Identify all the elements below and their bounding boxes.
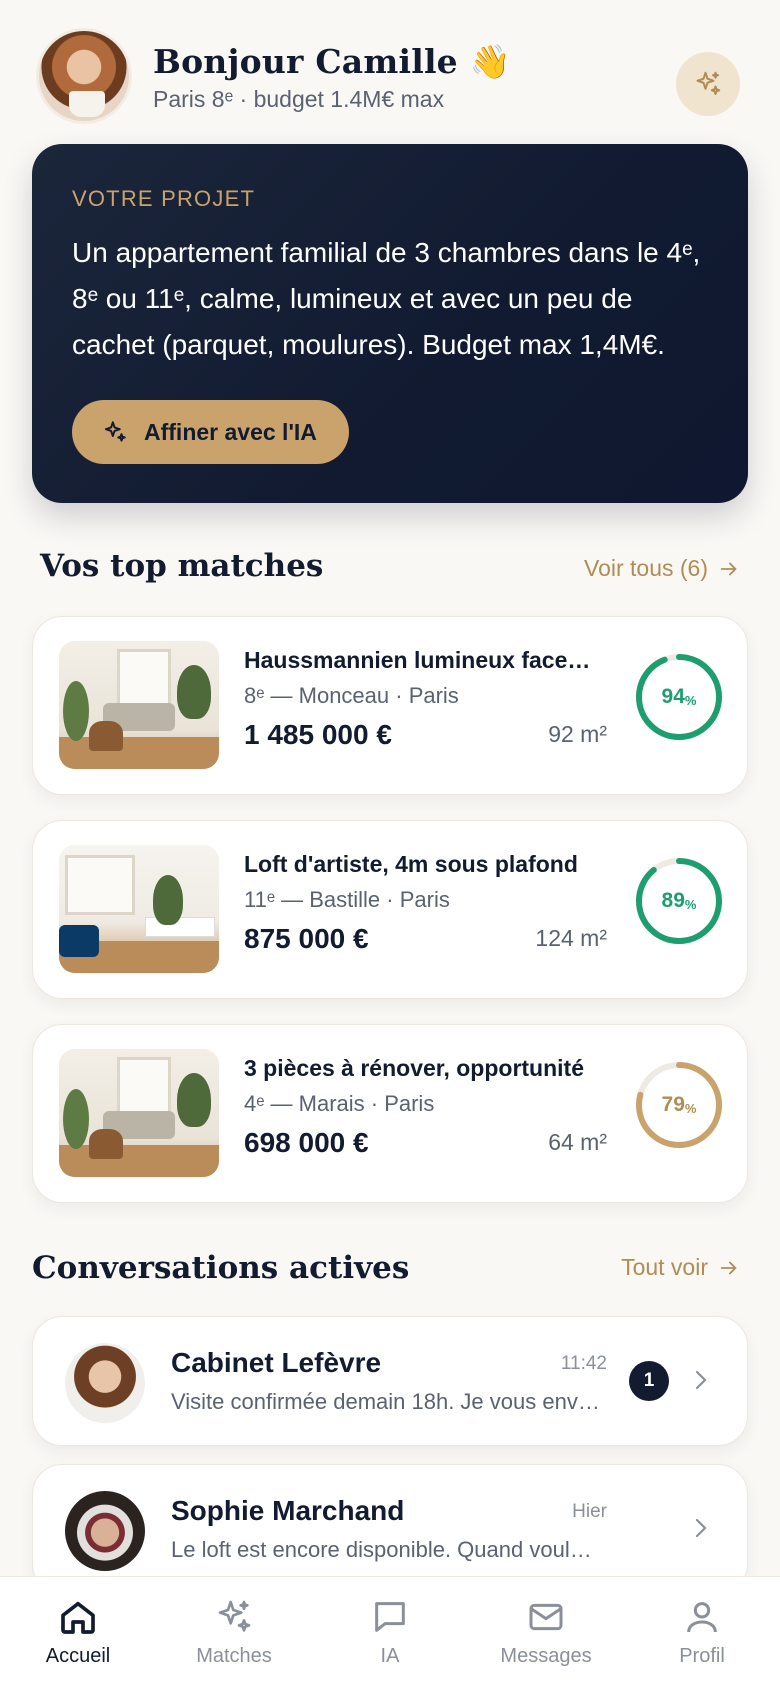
contact-name: Sophie Marchand bbox=[171, 1495, 405, 1526]
refine-button-label: Affiner avec l'IA bbox=[144, 418, 317, 445]
property-photo bbox=[59, 845, 219, 973]
property-price: 1 485 000 € bbox=[244, 719, 392, 750]
message-preview: Le loft est encore disponible. Quand vou… bbox=[171, 1537, 601, 1562]
refine-with-ai-button[interactable]: Affiner avec l'IA bbox=[72, 400, 349, 464]
matches-section-title: Vos top matches bbox=[40, 548, 324, 584]
property-location: 8ᵉ — Monceau · Paris bbox=[244, 683, 459, 708]
match-score-label: 89% bbox=[661, 889, 697, 912]
match-card[interactable]: 3 pièces à rénover, opportunité 4ᵉ — Mar… bbox=[32, 1024, 748, 1203]
conversation-item[interactable]: Sophie Marchand Hier Le loft est encore … bbox=[32, 1464, 748, 1594]
contact-avatar bbox=[65, 1343, 145, 1423]
property-location: 11ᵉ — Bastille · Paris bbox=[244, 887, 450, 912]
greeting: Bonjour Camille 👋 bbox=[153, 42, 511, 81]
property-location: 4ᵉ — Marais · Paris bbox=[244, 1091, 435, 1116]
sparkles-icon bbox=[218, 1600, 251, 1632]
match-score-label: 94% bbox=[661, 685, 697, 708]
chevron-right-icon bbox=[695, 1370, 707, 1390]
conversations-section-title: Conversations actives bbox=[32, 1250, 410, 1286]
user-icon bbox=[687, 1602, 717, 1633]
tab-label: Matches bbox=[196, 1645, 272, 1667]
contact-avatar bbox=[65, 1491, 145, 1571]
tab-label: IA bbox=[380, 1645, 400, 1667]
tab-label: Accueil bbox=[45, 1645, 111, 1667]
mail-icon bbox=[529, 1603, 563, 1631]
tab-accueil[interactable]: Accueil bbox=[0, 1577, 156, 1688]
project-label: VOTRE PROJET bbox=[72, 186, 256, 211]
arrow-right-icon bbox=[720, 1261, 737, 1274]
arrow-right-icon bbox=[720, 562, 737, 575]
message-preview: Visite confirmée demain 18h. Je vous env… bbox=[171, 1389, 601, 1414]
match-card[interactable]: Loft d'artiste, 4m sous plafond 11ᵉ — Ba… bbox=[32, 820, 748, 999]
bottom-tab-bar: Accueil Matches IA Messages Profil bbox=[0, 1576, 780, 1688]
user-avatar[interactable] bbox=[36, 28, 132, 124]
sparkles-icon bbox=[696, 71, 721, 95]
property-size: 124 m² bbox=[535, 925, 607, 951]
property-photo bbox=[59, 1049, 219, 1177]
chat-bubble-icon bbox=[375, 1602, 405, 1632]
match-card[interactable]: Haussmannien lumineux face au parc 8ᵉ — … bbox=[32, 616, 748, 795]
project-description: Un appartement familial de 3 chambres da… bbox=[72, 237, 701, 360]
tab-label: Messages bbox=[500, 1645, 592, 1667]
property-title: Loft d'artiste, 4m sous plafond bbox=[244, 851, 578, 877]
unread-count-badge: 1 bbox=[629, 1361, 669, 1401]
property-price: 875 000 € bbox=[244, 923, 369, 954]
message-time: 11:42 bbox=[560, 1353, 607, 1374]
see-all-matches-link[interactable]: Voir tous (6) bbox=[584, 555, 740, 582]
tab-messages[interactable]: Messages bbox=[468, 1577, 624, 1688]
property-photo bbox=[59, 641, 219, 769]
property-title: 3 pièces à rénover, opportunité bbox=[244, 1055, 584, 1081]
match-score-label: 79% bbox=[661, 1093, 697, 1116]
home-icon bbox=[61, 1601, 95, 1634]
header: Bonjour Camille 👋 Paris 8ᵉ · budget 1.4M… bbox=[36, 28, 740, 124]
see-all-conversations-link[interactable]: Tout voir bbox=[621, 1254, 740, 1281]
search-criteria-summary: Paris 8ᵉ · budget 1.4M€ max bbox=[153, 86, 445, 112]
property-size: 92 m² bbox=[548, 721, 607, 747]
conversation-item[interactable]: Cabinet Lefèvre 11:42 Visite confirmée d… bbox=[32, 1316, 748, 1446]
tab-profil[interactable]: Profil bbox=[624, 1577, 780, 1688]
see-all-conversations-label: Tout voir bbox=[621, 1254, 708, 1280]
tab-ia[interactable]: IA bbox=[312, 1577, 468, 1688]
property-size: 64 m² bbox=[548, 1129, 607, 1155]
contact-name: Cabinet Lefèvre bbox=[171, 1347, 382, 1378]
sparkles-icon bbox=[104, 421, 126, 442]
property-price: 698 000 € bbox=[244, 1127, 369, 1158]
tab-matches[interactable]: Matches bbox=[156, 1577, 312, 1688]
project-card: VOTRE PROJET Un appartement familial de … bbox=[32, 144, 748, 503]
tab-label: Profil bbox=[679, 1645, 725, 1667]
ai-assistant-button[interactable] bbox=[676, 52, 740, 116]
message-time: Hier bbox=[572, 1501, 607, 1522]
see-all-matches-label: Voir tous (6) bbox=[584, 555, 708, 581]
chevron-right-icon bbox=[695, 1518, 707, 1538]
property-title: Haussmannien lumineux face au parc bbox=[244, 647, 594, 673]
